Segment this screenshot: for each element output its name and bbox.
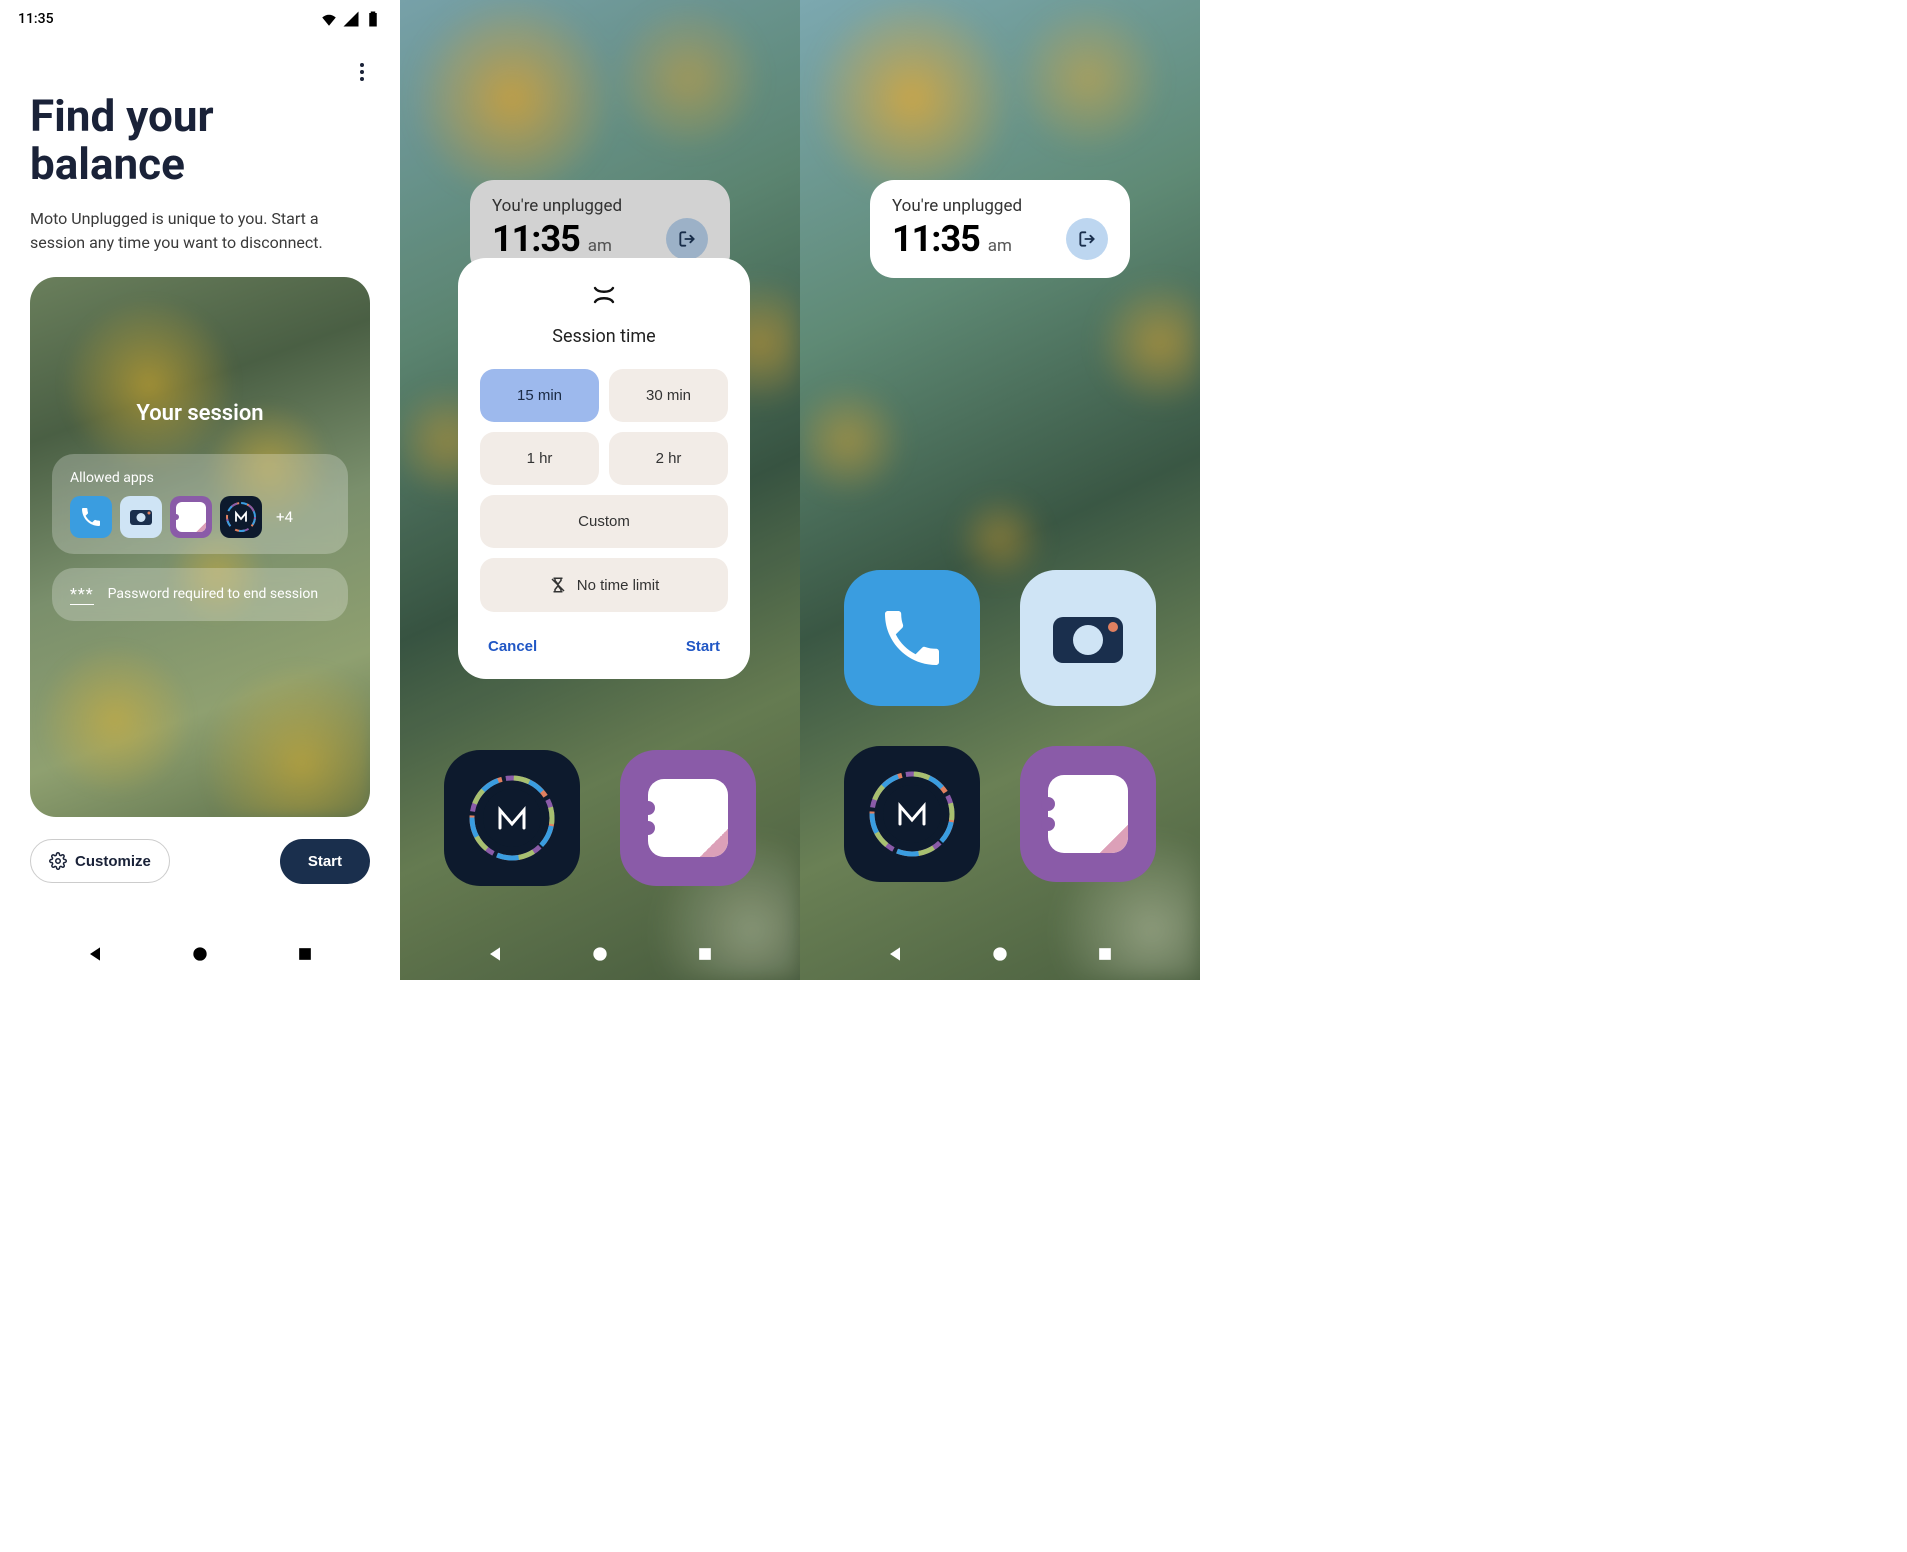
moto-app-icon bbox=[220, 496, 262, 538]
screen-setup: 11:35 Find your balance Moto Unplugged i… bbox=[0, 0, 400, 980]
home-button[interactable] bbox=[190, 944, 210, 964]
option-30min[interactable]: 30 min bbox=[609, 369, 728, 422]
home-apps-grid bbox=[844, 570, 1156, 882]
wifi-icon bbox=[320, 10, 338, 28]
back-button[interactable] bbox=[885, 944, 905, 964]
moto-app-launcher[interactable] bbox=[444, 750, 580, 886]
password-required-label: Password required to end session bbox=[108, 585, 318, 604]
option-1hr[interactable]: 1 hr bbox=[480, 432, 599, 485]
option-15min[interactable]: 15 min bbox=[480, 369, 599, 422]
dialog-title: Session time bbox=[480, 326, 728, 347]
nav-bar bbox=[400, 928, 800, 980]
camera-app-icon bbox=[120, 496, 162, 538]
home-button[interactable] bbox=[590, 944, 610, 964]
ticket-app-icon bbox=[170, 496, 212, 538]
additional-apps-count: +4 bbox=[276, 508, 293, 526]
unplugged-card: You're unplugged 11:35 am bbox=[870, 180, 1130, 278]
status-time: 11:35 bbox=[18, 11, 54, 27]
phone-app-launcher[interactable] bbox=[844, 570, 980, 706]
session-time-dialog: Session time 15 min 30 min 1 hr 2 hr Cus… bbox=[458, 258, 750, 679]
nav-bar bbox=[0, 928, 400, 980]
recent-button[interactable] bbox=[695, 944, 715, 964]
ticket-app-launcher[interactable] bbox=[1020, 746, 1156, 882]
password-icon: *** bbox=[70, 584, 94, 605]
unplugged-ampm: am bbox=[988, 236, 1012, 256]
back-button[interactable] bbox=[85, 944, 105, 964]
phone-app-icon bbox=[70, 496, 112, 538]
exit-icon bbox=[1077, 229, 1097, 249]
start-session-button[interactable]: Start bbox=[682, 630, 724, 663]
allowed-apps-box[interactable]: Allowed apps +4 bbox=[52, 454, 348, 554]
option-no-limit[interactable]: No time limit bbox=[480, 558, 728, 612]
dialog-actions: Cancel Start bbox=[480, 630, 728, 663]
status-icons bbox=[320, 10, 382, 28]
nav-bar bbox=[800, 928, 1200, 980]
battery-icon bbox=[364, 10, 382, 28]
unplugged-label: You're unplugged bbox=[892, 196, 1022, 216]
unplugged-logo-icon bbox=[480, 280, 728, 314]
moto-app-launcher[interactable] bbox=[844, 746, 980, 882]
session-time-options: 15 min 30 min 1 hr 2 hr Custom No time l… bbox=[480, 369, 728, 612]
exit-session-button[interactable] bbox=[1066, 218, 1108, 260]
screen-session-time-dialog: You're unplugged 11:35 am Session time 1… bbox=[400, 0, 800, 980]
start-button[interactable]: Start bbox=[280, 839, 370, 884]
allowed-apps-row: +4 bbox=[70, 496, 330, 538]
back-button[interactable] bbox=[485, 944, 505, 964]
action-row: Customize Start bbox=[0, 817, 400, 884]
home-apps-grid bbox=[444, 750, 756, 886]
option-2hr[interactable]: 2 hr bbox=[609, 432, 728, 485]
hourglass-off-icon bbox=[549, 576, 567, 594]
session-preview-card: Your session Allowed apps +4 *** bbox=[30, 277, 370, 817]
customize-button[interactable]: Customize bbox=[30, 839, 170, 883]
allowed-apps-label: Allowed apps bbox=[70, 470, 330, 486]
page-subtitle: Moto Unplugged is unique to you. Start a… bbox=[0, 189, 400, 255]
recent-button[interactable] bbox=[1095, 944, 1115, 964]
home-button[interactable] bbox=[990, 944, 1010, 964]
ticket-app-launcher[interactable] bbox=[620, 750, 756, 886]
session-heading: Your session bbox=[52, 401, 348, 426]
unplugged-time: 11:35 bbox=[892, 218, 980, 260]
option-custom[interactable]: Custom bbox=[480, 495, 728, 548]
gear-icon bbox=[49, 852, 67, 870]
camera-app-launcher[interactable] bbox=[1020, 570, 1156, 706]
overflow-menu-button[interactable] bbox=[350, 60, 374, 84]
recent-button[interactable] bbox=[295, 944, 315, 964]
page-title: Find your balance bbox=[0, 84, 400, 189]
signal-icon bbox=[342, 10, 360, 28]
status-bar: 11:35 bbox=[0, 0, 400, 34]
password-required-box[interactable]: *** Password required to end session bbox=[52, 568, 348, 621]
screen-unplugged-home: You're unplugged 11:35 am bbox=[800, 0, 1200, 980]
cancel-button[interactable]: Cancel bbox=[484, 630, 541, 663]
